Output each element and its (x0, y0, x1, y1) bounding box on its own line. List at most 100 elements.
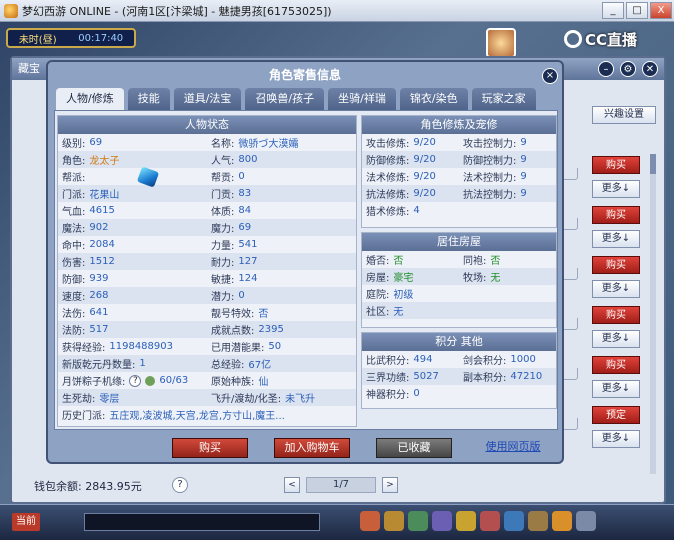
add-to-cart-button[interactable]: 加入购物车 (274, 438, 350, 458)
window-title: 梦幻西游 ONLINE - (河南1区[汴梁城] - 魅捷男孩[61753025… (22, 4, 332, 18)
bag-icon[interactable] (360, 511, 380, 531)
star-icon[interactable] (456, 511, 476, 531)
listing-scrollbar[interactable] (650, 154, 656, 474)
cultivation-row: 猎术修炼: 4 (362, 202, 556, 219)
close-icon[interactable]: ✕ (642, 61, 658, 77)
settings-icon[interactable] (576, 511, 596, 531)
help-icon[interactable]: ? (172, 477, 188, 493)
web-version-link[interactable]: 使用网页版 (478, 438, 548, 458)
minimize-button[interactable]: _ (602, 2, 624, 19)
cart-icon[interactable] (562, 168, 578, 180)
status-row: 速度: 268 潜力: 0 (58, 287, 356, 304)
score-value: 0 (413, 388, 420, 399)
tab-outfits[interactable]: 锦衣/染色 (399, 88, 468, 110)
house-row: 房屋: 豪宅 牧场: 无 (362, 268, 556, 285)
player-avatar[interactable] (486, 28, 516, 58)
buy-button[interactable]: 购买 (592, 206, 640, 224)
school-value: 花果山 (89, 190, 120, 201)
mp-value: 902 (89, 222, 109, 233)
tab-items[interactable]: 道具/法宝 (173, 88, 242, 110)
buy-button[interactable]: 购买 (172, 438, 248, 458)
reserve-button[interactable]: 预定 (592, 406, 640, 424)
maximize-button[interactable]: □ (626, 2, 648, 19)
tab-pets[interactable]: 召唤兽/孩子 (245, 88, 325, 110)
chat-channel-button[interactable]: 当前 (12, 513, 40, 531)
skill-icon[interactable] (432, 511, 452, 531)
tab-mounts[interactable]: 坐骑/祥瑞 (328, 88, 396, 110)
gang-contrib-value: 0 (238, 171, 245, 182)
physique-label: 体质: (211, 207, 235, 218)
more-button[interactable]: 更多↓ (592, 430, 640, 448)
collected-button[interactable]: 已收藏 (376, 438, 452, 458)
score-value: 1000 (510, 354, 536, 365)
life-trial-label: 生死劫: (62, 394, 96, 405)
cart-icon[interactable] (562, 218, 578, 230)
house-value: 豪宅 (393, 273, 414, 284)
spell-damage-label: 法伤: (62, 309, 86, 320)
more-button[interactable]: 更多↓ (592, 230, 640, 248)
buy-button[interactable]: 购买 (592, 156, 640, 174)
team-icon[interactable] (408, 511, 428, 531)
smile-icon[interactable] (552, 511, 572, 531)
qiankun-value: 1 (139, 358, 146, 369)
hit-value: 2084 (89, 239, 115, 250)
listing-row: 购买 更多↓ (556, 154, 656, 204)
pet-icon[interactable] (480, 511, 500, 531)
more-button[interactable]: 更多↓ (592, 330, 640, 348)
prev-page-button[interactable]: < (284, 477, 300, 493)
listing-row: 购买 更多↓ (556, 354, 656, 404)
cart-icon[interactable] (562, 318, 578, 330)
more-button[interactable]: 更多↓ (592, 180, 640, 198)
score-label: 神器积分: (366, 390, 410, 401)
damage-value: 1512 (89, 256, 115, 267)
house-label: 庭院: (366, 290, 390, 301)
cc-live-logo: CC直播 (564, 28, 664, 50)
popularity-value: 800 (238, 154, 258, 165)
listing-row: 购买 更多↓ (556, 304, 656, 354)
gift-icon[interactable] (384, 511, 404, 531)
more-button[interactable]: 更多↓ (592, 280, 640, 298)
score-value: 5027 (413, 371, 439, 382)
chat-input[interactable] (84, 513, 320, 531)
next-page-button[interactable]: > (382, 477, 398, 493)
close-icon[interactable]: × (542, 68, 558, 84)
buy-button[interactable]: 购买 (592, 256, 640, 274)
cultivation-label: 法术控制力: (463, 173, 517, 184)
quest-icon[interactable] (528, 511, 548, 531)
scrollbar-thumb[interactable] (650, 154, 656, 174)
cultivation-label: 防御控制力: (463, 156, 517, 167)
cart-icon[interactable] (562, 268, 578, 280)
spell-damage-value: 641 (89, 307, 109, 318)
listing-row: 购买 更多↓ (556, 204, 656, 254)
cart-icon[interactable] (562, 368, 578, 380)
gear-icon[interactable]: ⚙ (620, 61, 636, 77)
minimize-icon[interactable]: – (598, 61, 614, 77)
tradeshop-header-buttons: – ⚙ ✕ (592, 61, 658, 77)
mooncake-label: 月饼粽子机缘: (62, 377, 126, 388)
buy-button[interactable]: 购买 (592, 356, 640, 374)
exp-value: 1198488903 (109, 341, 173, 352)
game-clock: 00:17:40 (78, 32, 124, 44)
score-panel: 积分 其他 比武积分: 494 剑会积分: 1000 三界功绩: 5027 副本积分:… (361, 332, 557, 409)
cultivation-label: 攻击控制力: (463, 139, 517, 150)
mail-icon[interactable] (504, 511, 524, 531)
tab-skills[interactable]: 技能 (127, 88, 170, 110)
tab-home[interactable]: 玩家之家 (471, 88, 536, 110)
page-indicator: 1/7 (306, 477, 376, 493)
more-button[interactable]: 更多↓ (592, 380, 640, 398)
tab-character[interactable]: 人物/修炼 (56, 88, 124, 110)
cultivation-label: 猎术修炼: (366, 207, 410, 218)
house-header: 居住房屋 (362, 233, 556, 251)
interest-settings-button[interactable]: 兴趣设置 (592, 106, 656, 124)
house-row: 婚否: 否 同袍: 否 (362, 251, 556, 268)
help-icon[interactable]: ? (129, 374, 142, 387)
buy-button[interactable]: 购买 (592, 306, 640, 324)
achievement-label: 成就点数: (211, 326, 255, 337)
school-contrib-value: 83 (238, 188, 252, 199)
close-window-button[interactable]: X (650, 2, 672, 19)
power-value: 541 (238, 239, 258, 250)
house-row: 庭院: 初级 (362, 285, 556, 302)
race-label: 原始种族: (211, 377, 255, 388)
status-row: 伤害: 1512 耐力: 127 (58, 253, 356, 270)
cart-icon[interactable] (562, 418, 578, 430)
